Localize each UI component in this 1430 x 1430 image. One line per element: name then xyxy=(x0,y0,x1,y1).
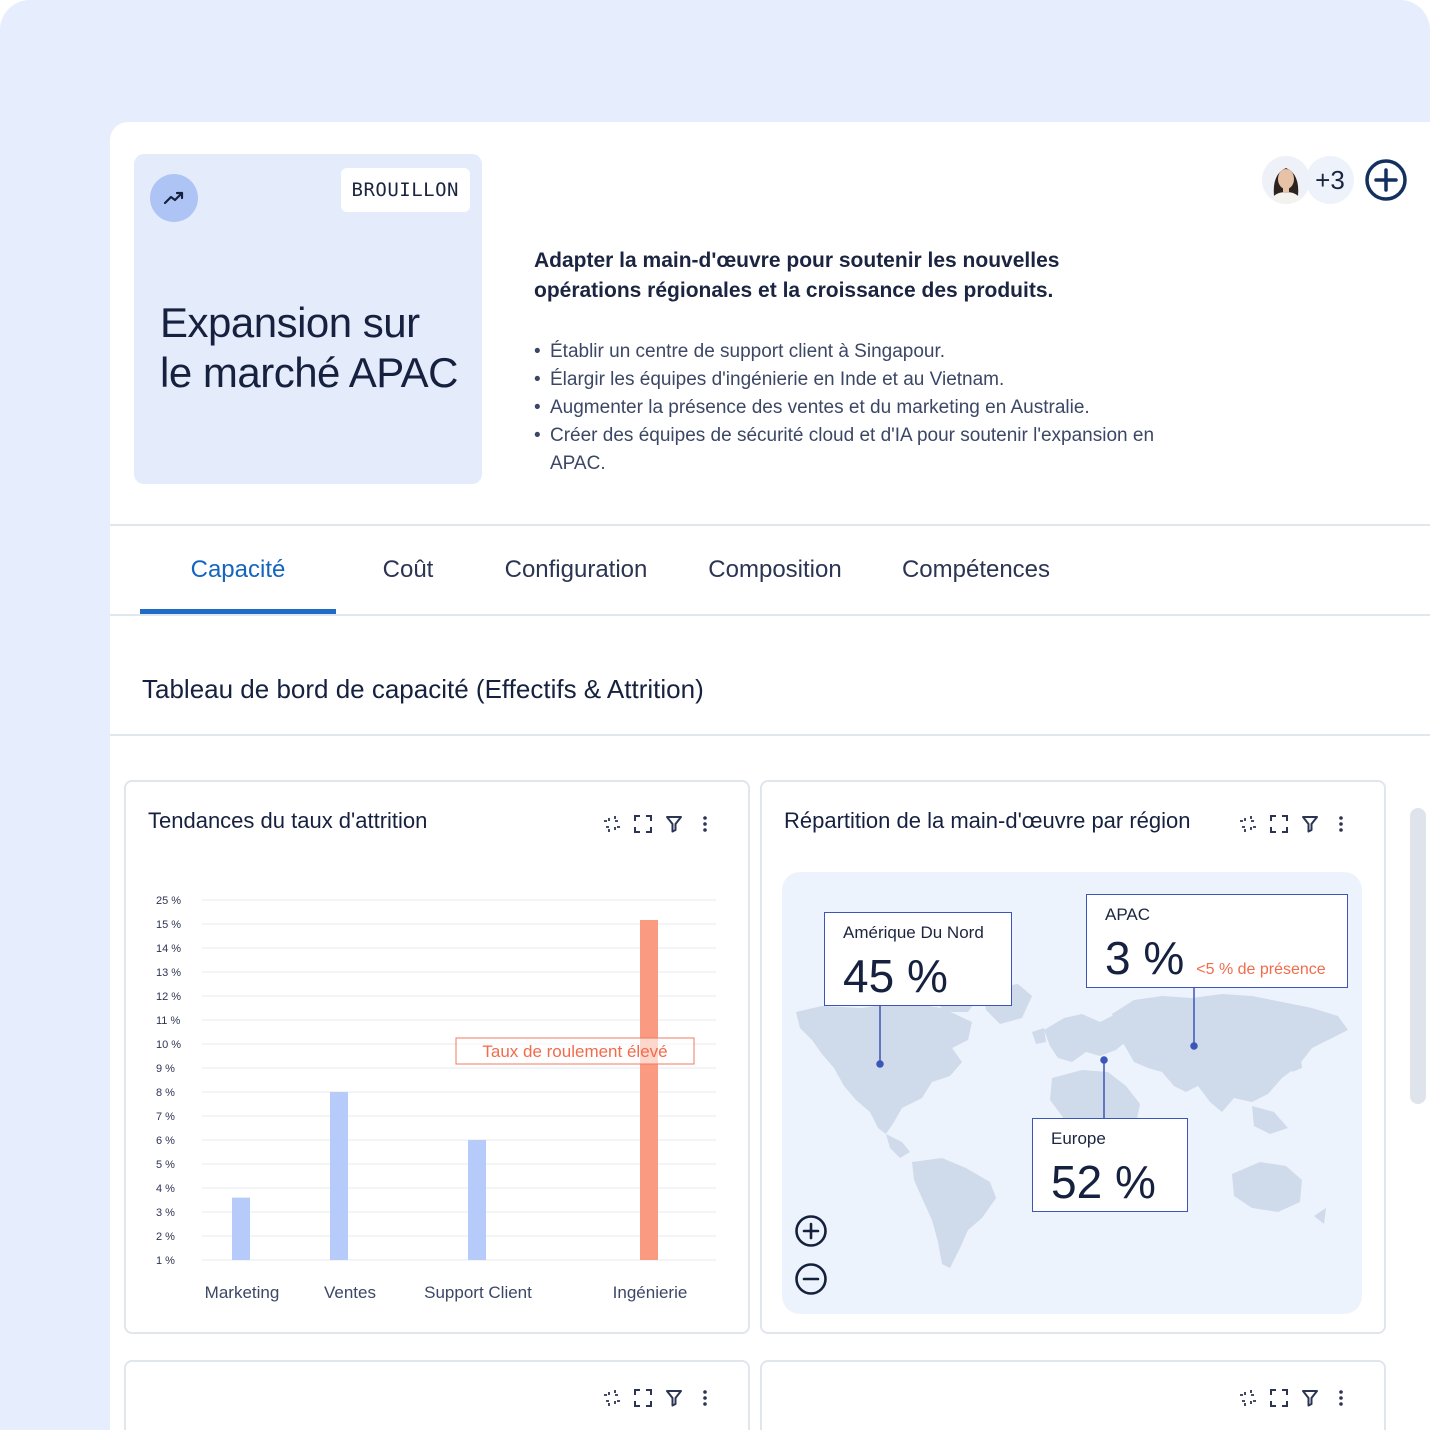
x-category-label: Ventes xyxy=(324,1283,376,1302)
y-tick-label: 5 % xyxy=(156,1159,175,1171)
region-label: Europe xyxy=(1051,1129,1106,1148)
y-tick-label: 1 % xyxy=(156,1255,175,1267)
list-item: Élargir les équipes d'ingénierie en Inde… xyxy=(534,366,1194,394)
bar xyxy=(640,920,658,1260)
y-tick-label: 13 % xyxy=(156,967,181,979)
more-options-icon[interactable] xyxy=(1325,812,1356,836)
bar xyxy=(468,1140,486,1260)
tab-bar: Capacité Coût Configuration Composition … xyxy=(140,526,1074,614)
divider xyxy=(110,734,1430,736)
tab-competences[interactable]: Compétences xyxy=(878,526,1074,614)
zoom-out-button[interactable] xyxy=(794,1262,828,1296)
region-map-card: Répartition de la main-d'œuvre par régio… xyxy=(760,780,1386,1334)
bottom-card-left xyxy=(124,1360,750,1430)
y-tick-label: 4 % xyxy=(156,1183,175,1195)
callout-north-america[interactable]: Amérique Du Nord 45 % xyxy=(824,912,1012,1006)
y-tick-label: 25 % xyxy=(156,895,181,907)
list-item: Augmenter la présence des ventes et du m… xyxy=(534,394,1194,422)
more-options-icon[interactable] xyxy=(1325,1386,1356,1410)
y-tick-label: 3 % xyxy=(156,1207,175,1219)
y-tick-label: 12 % xyxy=(156,991,181,1003)
tab-capacite[interactable]: Capacité xyxy=(140,526,336,614)
bar xyxy=(330,1092,348,1260)
avatar[interactable] xyxy=(1262,156,1310,204)
y-tick-label: 14 % xyxy=(156,943,181,955)
trending-up-icon xyxy=(150,174,198,222)
more-options-icon[interactable] xyxy=(689,1386,720,1410)
card-toolbar xyxy=(1232,1386,1356,1410)
bar xyxy=(232,1197,250,1260)
x-category-label: Ingénierie xyxy=(613,1283,688,1302)
card-toolbar xyxy=(596,1386,720,1410)
add-collaborator-button[interactable] xyxy=(1364,158,1408,202)
initiative-card: BROUILLON Expansion sur le marché APAC xyxy=(134,154,482,484)
list-item: Créer des équipes de sécurité cloud et d… xyxy=(534,422,1194,478)
section-title: Tableau de bord de capacité (Effectifs &… xyxy=(142,674,704,704)
expand-icon[interactable] xyxy=(1263,1386,1294,1410)
y-tick-label: 8 % xyxy=(156,1087,175,1099)
y-tick-label: 10 % xyxy=(156,1039,181,1051)
region-label: Amérique Du Nord xyxy=(843,923,984,942)
status-badge: BROUILLON xyxy=(340,168,470,212)
attrition-chart-card: Tendances du taux d'attrition 1 % 2 % 3 % 4… xyxy=(124,780,750,1334)
y-tick-label: 15 % xyxy=(156,919,181,931)
region-value: 45 % xyxy=(843,950,948,1002)
tab-composition[interactable]: Composition xyxy=(672,526,878,614)
callout-apac[interactable]: APAC 3 % <5 % de présence xyxy=(1086,894,1348,988)
y-tick-label: 11 % xyxy=(156,1015,180,1027)
filter-icon[interactable] xyxy=(1294,812,1325,836)
collaborators-group: +3 xyxy=(1262,156,1408,204)
filter-icon[interactable] xyxy=(658,1386,689,1410)
attrition-bar-chart: 1 % 2 % 3 % 4 % 5 % 6 % 7 % 8 % 9 % 10 % 11 % 12 % 1… xyxy=(156,895,716,1302)
y-tick-label: 6 % xyxy=(156,1135,175,1147)
bottom-card-right xyxy=(760,1360,1386,1430)
tab-configuration[interactable]: Configuration xyxy=(480,526,672,614)
callout-europe[interactable]: Europe 52 % xyxy=(1032,1118,1188,1212)
app-frame: BROUILLON Expansion sur le marché APAC A… xyxy=(0,0,1430,1430)
filter-icon[interactable] xyxy=(1294,1386,1325,1410)
collapse-icon[interactable] xyxy=(1232,1386,1263,1410)
initiative-title: Expansion sur le marché APAC xyxy=(160,299,459,396)
x-category-label: Support Client xyxy=(424,1283,532,1302)
zoom-in-button[interactable] xyxy=(794,1214,828,1248)
x-category-label: Marketing xyxy=(205,1283,280,1302)
card-title: Répartition de la main-d'œuvre par régio… xyxy=(784,808,1191,833)
main-panel: BROUILLON Expansion sur le marché APAC A… xyxy=(110,122,1430,1430)
region-value: 52 % xyxy=(1051,1156,1156,1208)
tab-cout[interactable]: Coût xyxy=(336,526,480,614)
presence-warning: <5 % de présence xyxy=(1196,961,1326,978)
y-tick-label: 7 % xyxy=(156,1111,175,1123)
collapse-icon[interactable] xyxy=(1232,812,1263,836)
list-item: Établir un centre de support client à Si… xyxy=(534,338,1194,366)
more-collaborators-count[interactable]: +3 xyxy=(1306,156,1354,204)
divider xyxy=(110,614,1430,616)
world-map[interactable]: Amérique Du Nord 45 % APAC 3 % <5 % de p… xyxy=(782,872,1362,1314)
initiative-summary: Adapter la main-d'œuvre pour soutenir le… xyxy=(534,249,1060,302)
collapse-icon[interactable] xyxy=(596,1386,627,1410)
scrollbar[interactable] xyxy=(1410,808,1426,1104)
expand-icon[interactable] xyxy=(627,1386,658,1410)
objectives-list: Établir un centre de support client à Si… xyxy=(534,338,1194,478)
card-toolbar xyxy=(1232,812,1356,836)
region-label: APAC xyxy=(1105,905,1151,924)
y-tick-label: 2 % xyxy=(156,1231,175,1243)
annotation-label: Taux de roulement élevé xyxy=(482,1042,667,1061)
region-value: 3 % xyxy=(1105,932,1185,984)
expand-icon[interactable] xyxy=(1263,812,1294,836)
y-tick-label: 9 % xyxy=(156,1063,175,1075)
